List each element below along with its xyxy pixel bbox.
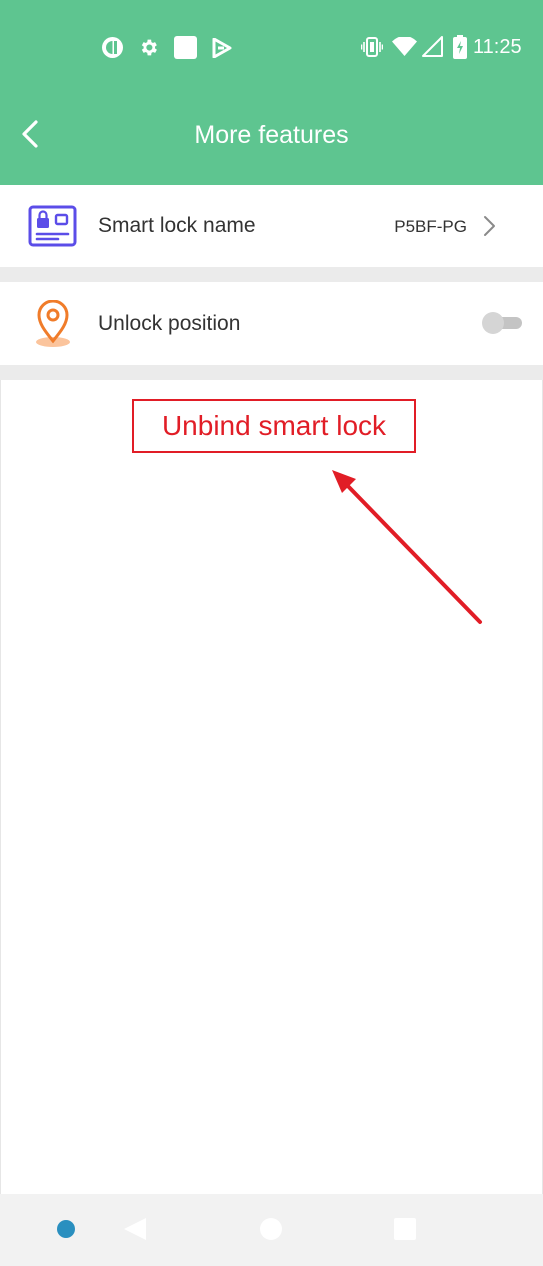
app-bar: More features (0, 94, 543, 185)
id-card-lock-icon (28, 205, 77, 247)
settings-row-smart-lock-name[interactable]: Smart lock name P5BF-PG (0, 185, 543, 267)
settings-row-unlock-position: Unlock position (0, 282, 543, 365)
nav-home-icon[interactable] (260, 1218, 282, 1240)
unbind-smart-lock-button[interactable]: Unbind smart lock (132, 399, 416, 453)
section-divider (0, 267, 543, 282)
status-time: 11:25 (473, 36, 522, 58)
smart-lock-name-value: P5BF-PG (394, 217, 467, 236)
nav-back-icon[interactable] (122, 1216, 148, 1242)
signal-icon (422, 36, 443, 57)
smart-lock-name-label: Smart lock name (98, 214, 256, 237)
system-nav-bar (0, 1194, 543, 1266)
status-bar: 11:25 (0, 0, 543, 94)
unlock-position-label: Unlock position (98, 312, 241, 335)
unlock-position-toggle[interactable] (482, 312, 522, 334)
section-divider (0, 365, 543, 380)
annotation-arrow-icon (332, 470, 482, 624)
nav-recents-icon[interactable] (394, 1218, 416, 1240)
settings-gear-icon (141, 39, 157, 56)
chevron-right-icon (484, 216, 495, 236)
wifi-icon (392, 37, 417, 56)
assistant-dot-icon[interactable] (57, 1220, 75, 1238)
battery-charging-icon (453, 35, 467, 59)
toggle-knob (482, 312, 504, 334)
vibrate-icon (361, 37, 383, 57)
play-store-icon (212, 38, 232, 58)
page-title: More features (194, 121, 349, 149)
app-circle-icon (102, 37, 123, 58)
square-app-icon (174, 36, 197, 59)
location-pin-icon (36, 300, 70, 347)
